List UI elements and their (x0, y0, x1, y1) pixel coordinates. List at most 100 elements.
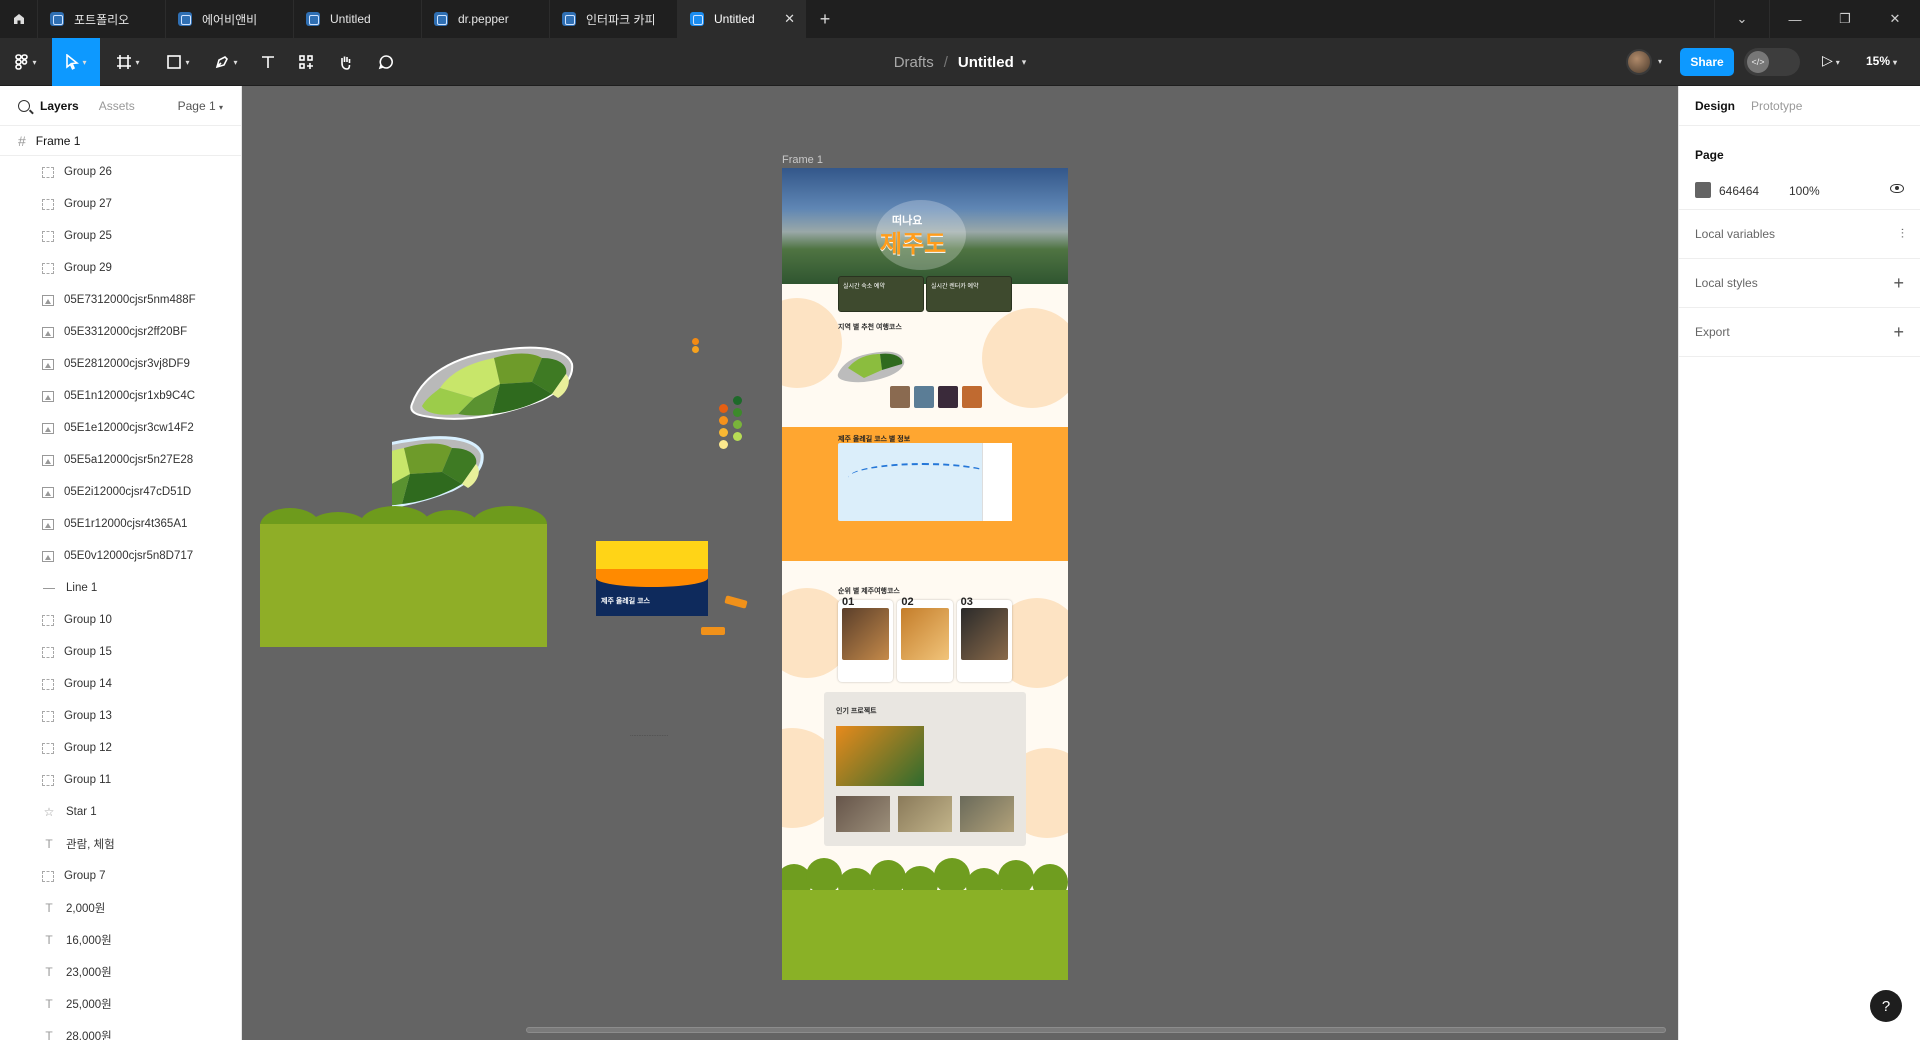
page-selector[interactable]: Page 1 ▾ (178, 99, 223, 113)
layer-row[interactable]: 05E5a12000cjsr5n27E28 (0, 444, 241, 476)
page-color-hex[interactable]: 646464 (1719, 184, 1759, 198)
file-tab[interactable]: 인터파크 카피 (550, 0, 678, 38)
layer-frame[interactable]: # Frame 1 (0, 126, 241, 156)
file-name[interactable]: Untitled (958, 54, 1014, 71)
shape-tool-button[interactable]: ▾ (158, 38, 198, 86)
file-tab[interactable]: Untitled (294, 0, 422, 38)
file-tab[interactable]: 에어비앤비 (166, 0, 294, 38)
color-swatch-dot[interactable] (733, 420, 742, 429)
search-icon[interactable] (18, 99, 30, 112)
booking-card: 실시간 숙소 예약 (838, 276, 924, 312)
layer-row[interactable]: 05E3312000cjsr2ff20BF (0, 316, 241, 348)
close-tab-icon[interactable]: ✕ (784, 11, 795, 27)
close-window-icon[interactable]: ✕ (1870, 0, 1920, 38)
export-row[interactable]: Export + (1679, 308, 1920, 357)
present-button[interactable]: ▷ ▾ (1822, 52, 1840, 69)
local-styles-row[interactable]: Local styles + (1679, 259, 1920, 308)
layer-row[interactable]: 05E1r12000cjsr4t365A1 (0, 508, 241, 540)
jeju-map-lower[interactable] (392, 436, 484, 509)
frame-1[interactable]: 떠나요 제주도 실시간 숙소 예약 실시간 렌터카 예약 지역 별 추천 여행코… (782, 168, 1068, 980)
new-tab-button[interactable]: + (806, 0, 844, 38)
layer-row[interactable]: Line 1 (0, 572, 241, 604)
pen-tool-button[interactable]: ▾ (206, 38, 246, 86)
color-swatch-dot[interactable] (719, 428, 728, 437)
file-tab[interactable]: dr.pepper (422, 0, 550, 38)
tag-shape[interactable] (701, 627, 725, 635)
tab-prototype[interactable]: Prototype (1751, 99, 1802, 113)
eye-icon[interactable] (1890, 184, 1904, 193)
color-swatch-dot[interactable] (733, 432, 742, 441)
tab-design[interactable]: Design (1695, 99, 1735, 113)
home-button[interactable] (0, 0, 38, 38)
chevron-down-icon[interactable]: ▾ (1658, 57, 1662, 66)
file-tab[interactable]: 포트폴리오 (38, 0, 166, 38)
dev-mode-toggle[interactable]: </> (1744, 48, 1800, 76)
color-swatch-dot[interactable] (719, 440, 728, 449)
tag-shape[interactable] (724, 595, 748, 609)
layer-row[interactable]: Group 7 (0, 860, 241, 892)
add-export-icon[interactable]: + (1893, 322, 1904, 343)
color-swatch-dot[interactable] (719, 404, 728, 413)
file-icon (434, 12, 448, 26)
frame-tool-button[interactable]: ▾ (108, 38, 148, 86)
variables-adjust-icon[interactable]: ⫶ (1901, 226, 1904, 242)
layer-row[interactable]: Group 25 (0, 220, 241, 252)
layer-row[interactable]: T 28,000원 (0, 1020, 241, 1040)
chevron-down-icon[interactable]: ▾ (1022, 57, 1027, 68)
add-style-icon[interactable]: + (1893, 273, 1904, 294)
grass-block[interactable] (260, 524, 547, 647)
layer-row[interactable]: Group 10 (0, 604, 241, 636)
file-tab-active[interactable]: Untitled ✕ (678, 0, 806, 38)
page-opacity[interactable]: 100% (1789, 184, 1820, 198)
course-banner[interactable]: 제주 올레길 코스 (596, 541, 708, 616)
restore-icon[interactable]: ❐ (1820, 0, 1870, 38)
layer-row[interactable]: ☆ Star 1 (0, 796, 241, 828)
comment-tool-button[interactable] (370, 38, 402, 86)
share-button[interactable]: Share (1680, 48, 1734, 76)
layer-row[interactable]: 05E1e12000cjsr3cw14F2 (0, 412, 241, 444)
hand-tool-button[interactable] (330, 38, 362, 86)
layer-row[interactable]: 05E2i12000cjsr47cD51D (0, 476, 241, 508)
layer-row[interactable]: 05E1n12000cjsr1xb9C4C (0, 380, 241, 412)
text-tool-button[interactable] (252, 38, 284, 86)
layer-row[interactable]: Group 26 (0, 156, 241, 188)
tab-assets[interactable]: Assets (99, 99, 135, 113)
layer-row[interactable]: Group 14 (0, 668, 241, 700)
layer-row[interactable]: Group 11 (0, 764, 241, 796)
layer-row[interactable]: T 23,000원 (0, 956, 241, 988)
layer-row[interactable]: 05E0v12000cjsr5n8D717 (0, 540, 241, 572)
layer-row[interactable]: Group 27 (0, 188, 241, 220)
main-menu-button[interactable]: ▾ (8, 38, 44, 86)
layer-row[interactable]: Group 29 (0, 252, 241, 284)
orange-dot[interactable] (692, 338, 699, 345)
tab-layers[interactable]: Layers (40, 99, 79, 113)
layer-row[interactable]: Group 15 (0, 636, 241, 668)
local-variables-row[interactable]: Local variables ⫶ (1679, 210, 1920, 259)
jeju-map-upper[interactable] (410, 346, 574, 420)
canvas[interactable]: 제주 올레길 코스 ······················· Frame … (242, 86, 1678, 1040)
color-swatch-dot[interactable] (733, 408, 742, 417)
page-color-swatch[interactable] (1695, 182, 1711, 198)
color-swatch-dot[interactable] (733, 396, 742, 405)
layer-row[interactable]: T 2,000원 (0, 892, 241, 924)
tabs-dropdown-icon[interactable]: ⌄ (1714, 0, 1770, 38)
zoom-dropdown[interactable]: 15% ▾ (1866, 54, 1897, 68)
layer-row[interactable]: T 16,000원 (0, 924, 241, 956)
horizontal-scrollbar[interactable] (526, 1027, 1666, 1033)
layer-row[interactable]: T 25,000원 (0, 988, 241, 1020)
layer-row[interactable]: Group 12 (0, 732, 241, 764)
orange-dot[interactable] (692, 346, 699, 353)
move-tool-button[interactable]: ▾ (52, 38, 100, 86)
breadcrumb-drafts[interactable]: Drafts (894, 54, 934, 71)
layer-row[interactable]: 05E7312000cjsr5nm488F (0, 284, 241, 316)
help-button[interactable]: ? (1870, 990, 1902, 1022)
minimize-icon[interactable]: — (1770, 0, 1820, 38)
avatar[interactable] (1626, 49, 1652, 75)
small-text-layer[interactable]: ······················· (630, 733, 668, 739)
frame-label[interactable]: Frame 1 (782, 154, 823, 166)
layer-row[interactable]: T 관람, 체험 (0, 828, 241, 860)
color-swatch-dot[interactable] (719, 416, 728, 425)
layer-row[interactable]: Group 13 (0, 700, 241, 732)
layer-row[interactable]: 05E2812000cjsr3vj8DF9 (0, 348, 241, 380)
resources-button[interactable] (290, 38, 322, 86)
